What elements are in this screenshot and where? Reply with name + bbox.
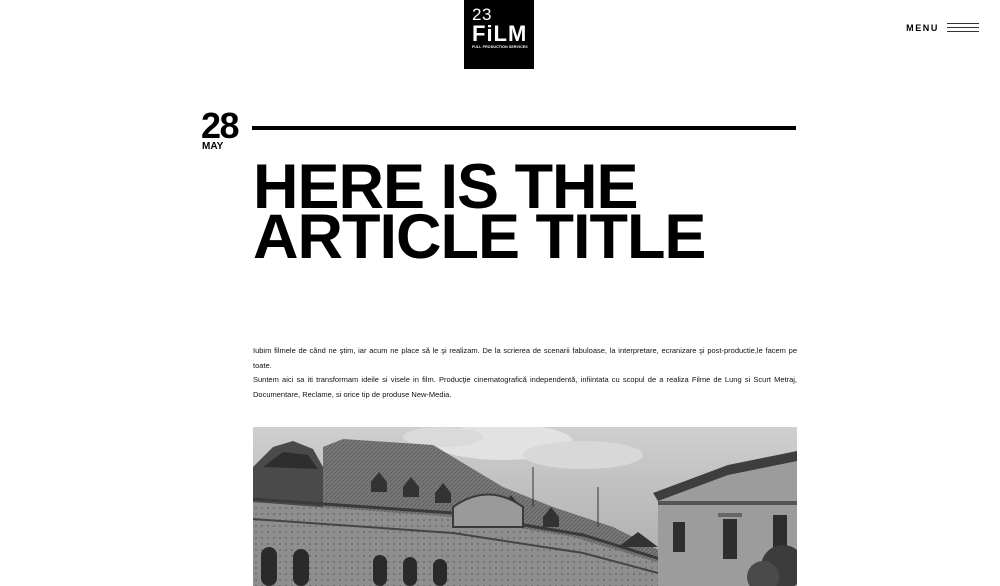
menu-button[interactable]: MENU: [906, 22, 979, 33]
article-date-month: MAY: [202, 141, 224, 152]
article-title: HERE IS THE ARTICLE TITLE: [253, 156, 813, 272]
building-photo: [253, 427, 797, 586]
article-date-day: 28: [201, 105, 240, 146]
header-divider: [252, 126, 796, 130]
logo-tagline: FULL PRODUCTION SERVICES: [472, 45, 528, 49]
article-title-line-2: ARTICLE TITLE: [253, 202, 706, 272]
article-page: 23 FiLM FULL PRODUCTION SERVICES MENU 28…: [0, 0, 1000, 586]
menu-label: MENU: [906, 22, 939, 33]
article-hero-image: [253, 427, 797, 586]
logo-number: 23: [472, 5, 492, 24]
article-body-line-2: Suntem aici sa iti transformam ideile si…: [253, 375, 797, 399]
logo-word: FiLM: [472, 21, 528, 46]
article-body: Iubim filmele de când ne ştim, iar acum …: [253, 344, 797, 402]
article-body-line-1: Iubim filmele de când ne ştim, iar acum …: [253, 346, 797, 370]
site-logo[interactable]: 23 FiLM FULL PRODUCTION SERVICES: [464, 0, 534, 69]
hamburger-icon: [947, 22, 979, 33]
